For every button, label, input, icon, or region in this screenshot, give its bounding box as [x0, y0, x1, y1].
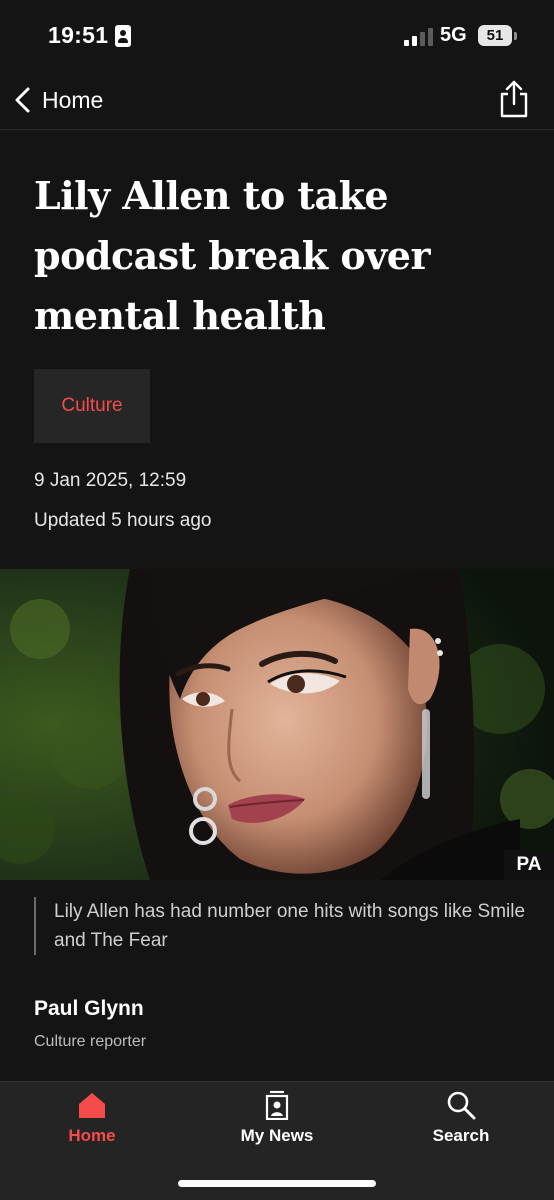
- back-label: Home: [42, 86, 104, 113]
- author-name[interactable]: Paul Glynn: [34, 997, 144, 1021]
- back-button[interactable]: Home: [12, 82, 103, 118]
- signal-strength-icon: [404, 28, 434, 46]
- status-bar: 19:51 5G 51: [0, 0, 554, 72]
- contact-card-icon: [115, 25, 131, 47]
- article-headline: Lily Allen to take podcast break over me…: [34, 173, 431, 338]
- search-icon: [447, 1091, 476, 1120]
- portrait-photo: [0, 569, 554, 880]
- share-icon: [500, 80, 528, 118]
- share-button[interactable]: [496, 78, 532, 120]
- home-indicator: [178, 1180, 376, 1187]
- tab-my-news[interactable]: My News: [207, 1090, 347, 1160]
- tab-search-label: Search: [432, 1126, 490, 1145]
- battery-icon: 51: [478, 25, 512, 46]
- home-icon: [79, 1093, 105, 1118]
- status-time: 19:51: [48, 22, 109, 48]
- tab-home-label: Home: [68, 1126, 116, 1145]
- tab-home[interactable]: Home: [22, 1090, 162, 1160]
- nav-bar: Home: [0, 72, 554, 130]
- article-hero-image[interactable]: PA: [0, 569, 554, 880]
- battery-cap: [514, 32, 517, 40]
- chevron-left-icon: [15, 87, 30, 113]
- tab-search[interactable]: Search: [391, 1090, 531, 1160]
- image-caption: Lily Allen has had number one hits with …: [34, 897, 534, 955]
- my-news-icon: [265, 1090, 289, 1120]
- image-credit: PA: [504, 850, 554, 880]
- topic-tag-culture[interactable]: Culture: [34, 369, 150, 443]
- tab-my-news-label: My News: [240, 1126, 314, 1145]
- updated-time: Updated 5 hours ago: [34, 510, 212, 531]
- battery-level: 51: [486, 27, 504, 44]
- publish-date: 9 Jan 2025, 12:59: [34, 470, 187, 491]
- author-role: Culture reporter: [34, 1033, 147, 1050]
- network-type: 5G: [440, 24, 467, 46]
